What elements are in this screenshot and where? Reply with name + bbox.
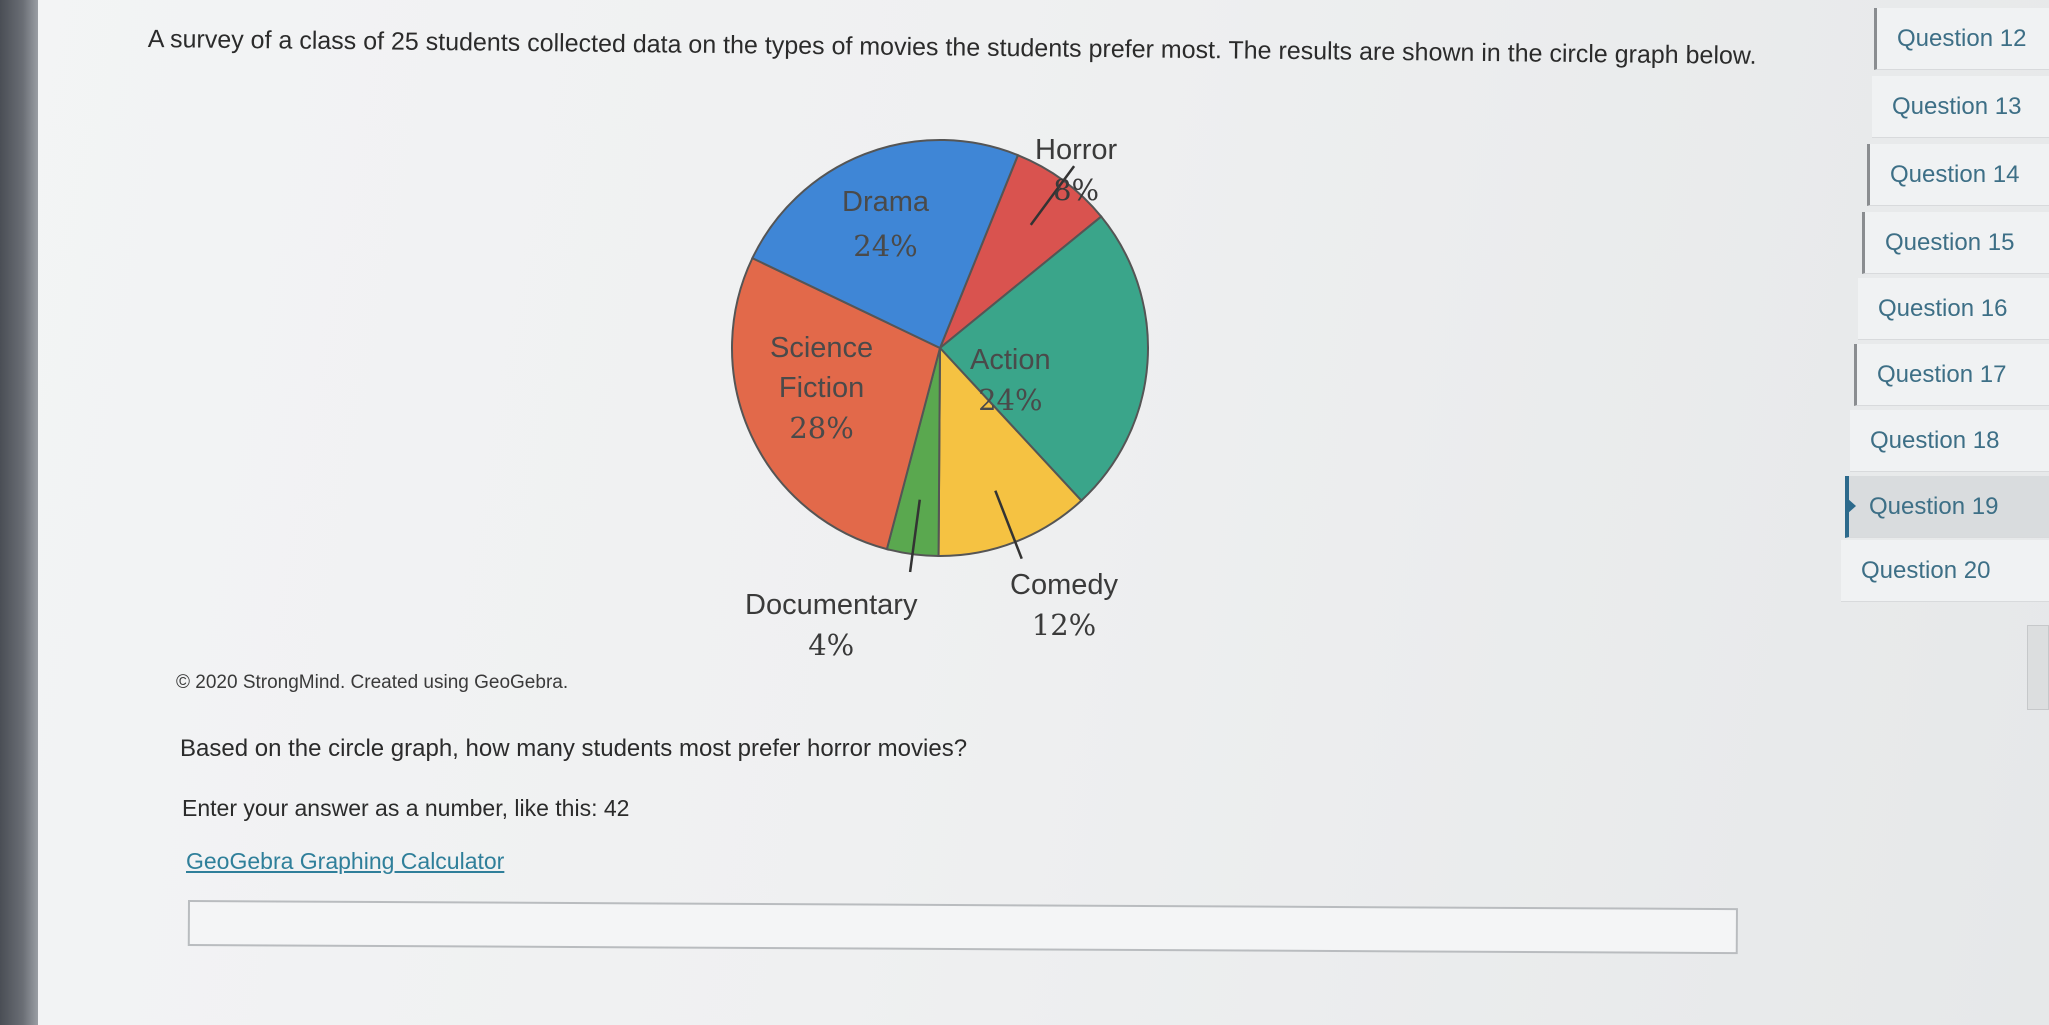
circle-graph: Horror 8% Drama 24% Action 24% Science F… bbox=[700, 120, 1220, 680]
action-label: Action 24% bbox=[970, 340, 1051, 420]
scrollbar-handle[interactable] bbox=[2027, 625, 2049, 710]
question-nav-label: Question 17 bbox=[1877, 360, 2007, 388]
horror-percent: 8% bbox=[1053, 173, 1100, 207]
action-percent: 24% bbox=[978, 383, 1043, 417]
question-nav-label: Question 12 bbox=[1897, 24, 2027, 52]
drama-label: Drama 24% bbox=[842, 182, 929, 266]
comedy-label: Comedy 12% bbox=[1010, 565, 1118, 645]
question-nav-item-19[interactable]: Question 19 bbox=[1845, 476, 2049, 538]
documentary-percent: 4% bbox=[808, 628, 855, 662]
answer-input[interactable] bbox=[187, 900, 1738, 955]
horror-name: Horror bbox=[1035, 134, 1118, 166]
action-name: Action bbox=[970, 344, 1051, 376]
question-nav-item-18[interactable]: Question 18 bbox=[1850, 410, 2049, 472]
question-nav-label: Question 13 bbox=[1892, 92, 2022, 120]
question-navigation: Question 12 Question 13 Question 14 Ques… bbox=[1834, 0, 2049, 620]
question-nav-item-17[interactable]: Question 17 bbox=[1854, 344, 2049, 406]
answer-instruction: Enter your answer as a number, like this… bbox=[182, 795, 630, 821]
documentary-label: Documentary 4% bbox=[745, 585, 917, 665]
science-fiction-percent: 28% bbox=[789, 411, 854, 445]
question-text: Based on the circle graph, how many stud… bbox=[180, 735, 968, 762]
question-nav-item-14[interactable]: Question 14 bbox=[1867, 144, 2049, 206]
science-fiction-line1: Science bbox=[770, 332, 874, 364]
question-nav-label: Question 15 bbox=[1885, 228, 2015, 256]
monitor-bezel bbox=[0, 0, 38, 1025]
question-nav-label: Question 14 bbox=[1890, 160, 2020, 188]
geogebra-calculator-link[interactable]: GeoGebra Graphing Calculator bbox=[186, 848, 504, 875]
science-fiction-line2: Fiction bbox=[778, 372, 865, 404]
copyright-notice: © 2020 StrongMind. Created using GeoGebr… bbox=[176, 672, 569, 693]
drama-name: Drama bbox=[842, 186, 930, 218]
question-nav-item-13[interactable]: Question 13 bbox=[1872, 76, 2049, 138]
screen: A survey of a class of 25 students colle… bbox=[0, 0, 2049, 1025]
science-fiction-label: Science Fiction 28% bbox=[770, 328, 873, 448]
documentary-name: Documentary bbox=[745, 589, 918, 621]
current-question-arrow-icon bbox=[1847, 498, 1856, 514]
problem-intro: A survey of a class of 25 students colle… bbox=[147, 24, 1757, 70]
horror-label: Horror 8% bbox=[1035, 130, 1117, 210]
question-nav-item-12[interactable]: Question 12 bbox=[1874, 8, 2049, 70]
question-nav-label: Question 20 bbox=[1861, 556, 1991, 584]
drama-percent: 24% bbox=[853, 229, 918, 263]
question-nav-item-20[interactable]: Question 20 bbox=[1841, 540, 2049, 602]
question-nav-label: Question 19 bbox=[1869, 492, 1999, 520]
comedy-name: Comedy bbox=[1010, 569, 1118, 601]
question-nav-item-16[interactable]: Question 16 bbox=[1858, 278, 2049, 340]
question-nav-item-15[interactable]: Question 15 bbox=[1862, 212, 2049, 274]
question-nav-label: Question 16 bbox=[1878, 294, 2008, 322]
question-nav-label: Question 18 bbox=[1870, 426, 2000, 454]
comedy-percent: 12% bbox=[1031, 608, 1097, 642]
